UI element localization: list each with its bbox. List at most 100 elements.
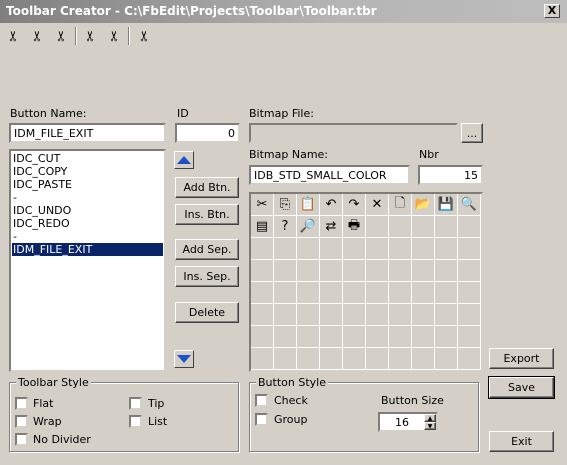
bitmap-cell-empty[interactable] xyxy=(320,238,343,260)
bitmap-cell-empty[interactable] xyxy=(458,304,481,326)
bitmap-cell-empty[interactable] xyxy=(343,304,366,326)
bitmap-cell-empty[interactable] xyxy=(435,326,458,348)
bitmap-cell-empty[interactable] xyxy=(389,216,412,238)
bitmap-cell-empty[interactable] xyxy=(366,260,389,282)
bitmap-cell-empty[interactable] xyxy=(320,282,343,304)
move-down-button[interactable] xyxy=(174,350,194,368)
bitmap-cell-empty[interactable] xyxy=(274,260,297,282)
bitmap-cell-empty[interactable] xyxy=(389,238,412,260)
bitmap-cell[interactable]: ⇄ xyxy=(320,216,343,238)
bitmap-cell-empty[interactable] xyxy=(435,216,458,238)
bitmap-cell-empty[interactable] xyxy=(435,304,458,326)
bitmap-cell-empty[interactable] xyxy=(458,282,481,304)
bitmap-cell-empty[interactable] xyxy=(251,260,274,282)
bitmap-cell-empty[interactable] xyxy=(458,216,481,238)
nbr-input[interactable]: 15 xyxy=(418,165,483,185)
list-item[interactable]: - xyxy=(12,191,163,204)
list-item[interactable]: IDC_REDO xyxy=(12,217,163,230)
bitmap-cell-empty[interactable] xyxy=(412,216,435,238)
bitmap-image-grid[interactable]: ✂ ⎘ 📋 ↶ ↷ ✕ 🗋 📂 💾 🔍 ▤? 🔎 ⇄ 🖶 xyxy=(249,192,483,372)
flat-checkbox[interactable] xyxy=(15,397,28,410)
bitmap-cell[interactable]: 🔍 xyxy=(458,194,481,216)
bitmap-cell-empty[interactable] xyxy=(274,348,297,370)
spin-up-button[interactable]: ▲ xyxy=(424,414,436,422)
bitmap-cell-empty[interactable] xyxy=(435,238,458,260)
bitmap-cell-empty[interactable] xyxy=(320,326,343,348)
bitmap-cell-empty[interactable] xyxy=(389,304,412,326)
bitmap-cell[interactable]: ⎘ xyxy=(274,194,297,216)
bitmap-file-input[interactable] xyxy=(249,123,458,143)
bitmap-cell[interactable]: ▤ xyxy=(251,216,274,238)
bitmap-cell-empty[interactable] xyxy=(389,326,412,348)
bitmap-cell-empty[interactable] xyxy=(343,348,366,370)
bitmap-cell-empty[interactable] xyxy=(412,348,435,370)
add-button-button[interactable]: Add Btn. xyxy=(175,177,239,198)
bitmap-cell-empty[interactable] xyxy=(251,326,274,348)
exit-button[interactable]: Exit xyxy=(489,431,554,452)
bitmap-cell-empty[interactable] xyxy=(458,260,481,282)
bitmap-cell-empty[interactable] xyxy=(458,238,481,260)
check-checkbox[interactable] xyxy=(255,394,268,407)
move-up-button[interactable] xyxy=(174,151,194,169)
bitmap-name-input[interactable]: IDB_STD_SMALL_COLOR xyxy=(249,165,410,185)
list-item[interactable]: IDC_COPY xyxy=(12,165,163,178)
bitmap-cell[interactable]: ↶ xyxy=(320,194,343,216)
bitmap-cell-empty[interactable] xyxy=(389,282,412,304)
export-button[interactable]: Export xyxy=(489,348,554,369)
list-item[interactable]: IDC_PASTE xyxy=(12,178,163,191)
bitmap-cell-empty[interactable] xyxy=(435,282,458,304)
bitmap-cell-empty[interactable] xyxy=(366,348,389,370)
bitmap-cell-empty[interactable] xyxy=(366,304,389,326)
bitmap-cell-empty[interactable] xyxy=(297,260,320,282)
list-checkbox[interactable] xyxy=(129,415,142,428)
bitmap-cell[interactable]: 💾 xyxy=(435,194,458,216)
bitmap-cell[interactable]: ✂ xyxy=(251,194,274,216)
preview-toolbar-button-4[interactable]: ✂ xyxy=(80,26,102,46)
bitmap-cell-empty[interactable] xyxy=(412,326,435,348)
bitmap-cell-empty[interactable] xyxy=(251,304,274,326)
bitmap-cell-empty[interactable] xyxy=(435,260,458,282)
preview-toolbar-button-1[interactable]: ✂ xyxy=(3,26,25,46)
bitmap-cell-empty[interactable] xyxy=(343,260,366,282)
bitmap-cell-empty[interactable] xyxy=(297,304,320,326)
bitmap-cell[interactable]: 📂 xyxy=(412,194,435,216)
spin-down-button[interactable]: ▼ xyxy=(424,422,436,430)
preview-toolbar-button-2[interactable]: ✂ xyxy=(27,26,49,46)
button-list[interactable]: IDC_CUT IDC_COPY IDC_PASTE - IDC_UNDO ID… xyxy=(9,149,166,372)
bitmap-cell-empty[interactable] xyxy=(458,326,481,348)
browse-button[interactable]: ... xyxy=(461,123,483,143)
bitmap-cell-empty[interactable] xyxy=(251,282,274,304)
button-size-spinner[interactable]: 16 ▲ ▼ xyxy=(378,412,438,432)
save-button[interactable]: Save xyxy=(488,376,555,399)
bitmap-cell-empty[interactable] xyxy=(366,326,389,348)
bitmap-cell-empty[interactable] xyxy=(297,326,320,348)
bitmap-cell-empty[interactable] xyxy=(412,238,435,260)
bitmap-cell-empty[interactable] xyxy=(343,238,366,260)
wrap-checkbox[interactable] xyxy=(15,415,28,428)
list-item[interactable]: - xyxy=(12,230,163,243)
bitmap-cell-empty[interactable] xyxy=(297,282,320,304)
bitmap-cell[interactable]: 🗋 xyxy=(389,194,412,216)
bitmap-cell-empty[interactable] xyxy=(412,282,435,304)
bitmap-cell-empty[interactable] xyxy=(320,260,343,282)
bitmap-cell-empty[interactable] xyxy=(366,216,389,238)
list-item[interactable]: IDC_UNDO xyxy=(12,204,163,217)
bitmap-cell-empty[interactable] xyxy=(274,326,297,348)
id-input[interactable]: 0 xyxy=(175,123,240,143)
bitmap-cell[interactable]: ✕ xyxy=(366,194,389,216)
bitmap-cell[interactable]: ↷ xyxy=(343,194,366,216)
bitmap-cell-empty[interactable] xyxy=(435,348,458,370)
bitmap-cell-empty[interactable] xyxy=(412,260,435,282)
tip-checkbox[interactable] xyxy=(129,397,142,410)
bitmap-cell-empty[interactable] xyxy=(389,348,412,370)
bitmap-cell-empty[interactable] xyxy=(458,348,481,370)
bitmap-cell-empty[interactable] xyxy=(274,304,297,326)
bitmap-cell-empty[interactable] xyxy=(251,348,274,370)
bitmap-cell-empty[interactable] xyxy=(251,238,274,260)
bitmap-cell-empty[interactable] xyxy=(366,282,389,304)
bitmap-cell-empty[interactable] xyxy=(274,238,297,260)
bitmap-cell-empty[interactable] xyxy=(297,238,320,260)
close-button[interactable]: X xyxy=(544,4,560,18)
bitmap-cell-empty[interactable] xyxy=(343,282,366,304)
delete-button[interactable]: Delete xyxy=(175,302,239,323)
